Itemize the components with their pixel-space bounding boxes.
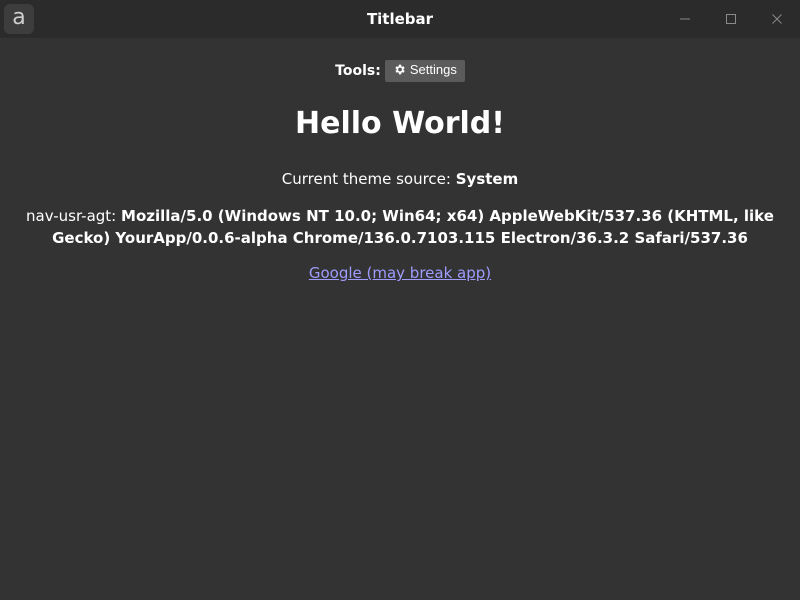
maximize-icon [726,14,736,24]
titlebar[interactable]: a Titlebar [0,0,800,38]
user-agent-label: nav-usr-agt: [26,207,117,225]
google-link-row: Google (may break app) [0,264,800,282]
minimize-icon [680,18,690,20]
close-button[interactable] [754,0,800,38]
minimize-button[interactable] [662,0,708,38]
settings-label: Settings [409,62,457,77]
tools-row: Tools: Settings [0,60,800,82]
main-content: Tools: Settings Hello World! Current them… [0,38,800,600]
settings-button[interactable]: Settings [384,60,465,82]
theme-source-line: Current theme source: System [0,170,800,188]
gear-icon [393,63,406,79]
maximize-button[interactable] [708,0,754,38]
user-agent-line: nav-usr-agt: Mozilla/5.0 (Windows NT 10.… [20,205,780,249]
close-icon [772,14,782,24]
app-window: a Titlebar Tools: Settings Hello World! C… [0,0,800,600]
tools-label: Tools: [335,63,381,79]
theme-source-value: System [455,170,519,188]
google-link[interactable]: Google (may break app) [309,264,491,282]
page-heading: Hello World! [295,106,505,141]
theme-source-label: Current theme source: [281,170,451,188]
user-agent-value: Mozilla/5.0 (Windows NT 10.0; Win64; x64… [52,207,774,247]
